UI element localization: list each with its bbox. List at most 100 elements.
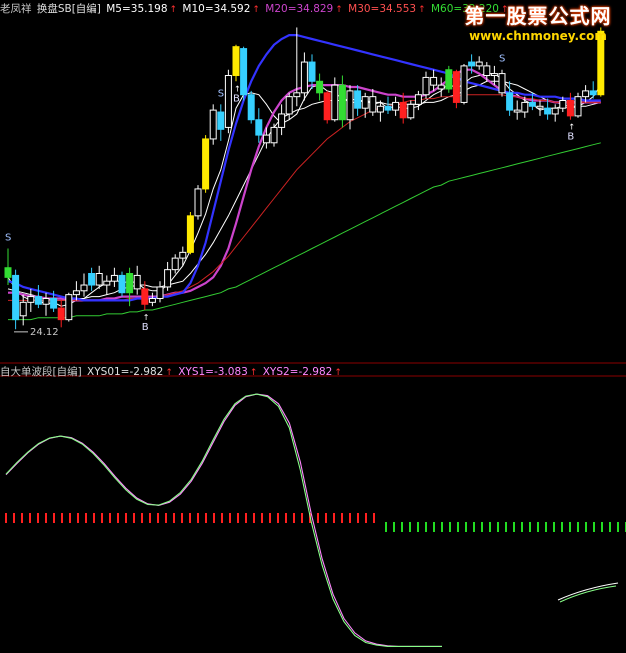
candle-body (490, 73, 498, 77)
candle-body (133, 274, 141, 290)
candle-body (551, 107, 559, 115)
candle (369, 88, 377, 116)
candle-body (308, 61, 316, 82)
candle-body (42, 297, 50, 305)
candle-body (110, 274, 118, 282)
candle (164, 261, 172, 291)
candle (88, 267, 96, 291)
candle-body (468, 61, 476, 67)
candle (354, 85, 362, 116)
m5-value: M5=35.198 (106, 3, 168, 15)
candle-body (376, 105, 384, 113)
candle-body (34, 296, 42, 305)
candle-body (171, 257, 179, 271)
osc-line-xys1 (5, 393, 442, 647)
ma-line-m10 (7, 80, 601, 301)
candle-body (27, 296, 35, 303)
candle-body (50, 297, 58, 309)
candle-body (323, 92, 331, 121)
candle (437, 77, 445, 97)
candle-body (148, 297, 156, 303)
candle (361, 92, 369, 118)
signal-label: B (142, 322, 149, 333)
candle-body (582, 90, 590, 98)
candle-body (224, 75, 232, 128)
candle-body (369, 96, 377, 113)
arrow-up-icon: ↑ (169, 5, 178, 15)
candle (513, 100, 521, 120)
candle-body (528, 101, 536, 107)
candle (460, 63, 468, 105)
candle-body (521, 101, 529, 113)
candle (179, 246, 187, 266)
signal-label: B (233, 93, 240, 104)
candle-body (72, 290, 80, 296)
candle-body (361, 96, 369, 109)
candle-body (19, 301, 27, 317)
candle (278, 104, 286, 136)
candle (194, 185, 202, 220)
candle (224, 69, 232, 134)
candle (293, 27, 301, 107)
signal-label: S (499, 54, 505, 65)
xys01-value: XYS01=-2.982 (87, 366, 164, 378)
watermark: 第一股票公式网 www.chnmoney.com (454, 4, 622, 46)
main-header: 老凤祥 换盘SB[自编] M5=35.198 ↑ M10=34.592 ↑ M20=… (0, 2, 511, 16)
candle (34, 285, 42, 309)
candle (156, 281, 164, 303)
candle (270, 123, 278, 147)
arrow-up-icon: ↑ (334, 368, 342, 378)
osc-tail-green (559, 585, 617, 603)
candle-body (209, 109, 217, 140)
candle (323, 90, 331, 124)
candle (452, 69, 460, 109)
candle (217, 104, 225, 141)
candle-body (141, 288, 149, 305)
candle-body (194, 188, 202, 217)
candle (589, 81, 597, 99)
candle-body (346, 90, 354, 121)
candle (57, 300, 65, 328)
candle-body (452, 71, 460, 103)
candle-body (186, 215, 194, 253)
candle-body (483, 65, 491, 77)
candle-body (232, 46, 240, 77)
candle (308, 54, 316, 89)
candle-body (338, 84, 346, 121)
candle (232, 44, 240, 82)
candle-body (126, 273, 134, 294)
ma-line-m30 (8, 94, 601, 301)
chart-stage: S B ↑ S B ↑ S B ↑ 24.12 老凤祥 换盘SB[自编] M5=35.198 ↑ M… (0, 0, 626, 649)
arrow-up-icon: ↑ (335, 5, 343, 15)
candle (118, 271, 126, 297)
candle-body (179, 251, 187, 259)
candle-body (445, 69, 453, 90)
candle-body (354, 90, 362, 109)
candle (110, 267, 118, 287)
candle-body (430, 76, 438, 86)
arrow-up-icon: ↑ (418, 5, 426, 15)
candle (19, 294, 27, 326)
candle-body (4, 267, 12, 278)
m30-value: M30=34.553 (348, 3, 417, 15)
candle-body (475, 61, 483, 67)
candle (133, 265, 141, 295)
main-formula-name: 换盘SB[自编] (36, 3, 101, 15)
xys1-value: XYS1=-3.083 (178, 366, 248, 378)
candle (536, 100, 544, 116)
arrow-up-icon: ↑ (165, 368, 173, 378)
candle (475, 56, 483, 70)
osc-line-xys2 (5, 393, 442, 647)
candle (422, 71, 430, 99)
candle (392, 96, 400, 116)
signal-label: S (5, 233, 11, 244)
candle-body (95, 273, 103, 286)
candle (300, 52, 308, 101)
candle (240, 46, 248, 101)
candle-body (559, 100, 567, 109)
candle (27, 288, 35, 312)
watermark-url: www.chnmoney.com (469, 29, 607, 43)
candle-body (544, 107, 552, 115)
candle-body (316, 80, 324, 94)
candle (338, 75, 346, 128)
